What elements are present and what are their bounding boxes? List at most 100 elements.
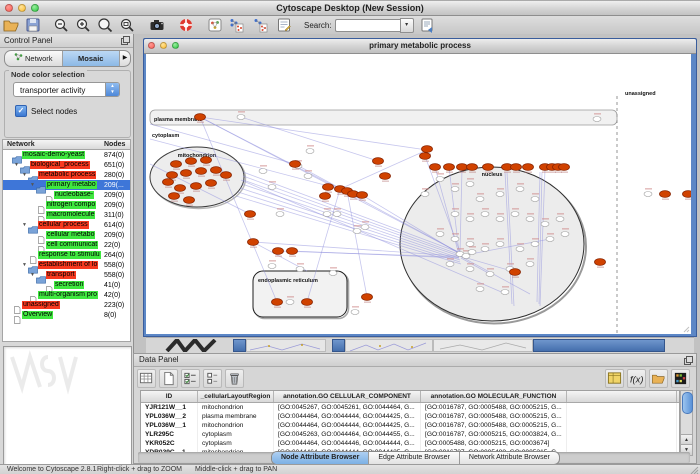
tree-row[interactable]: ▼primary metabo209(... xyxy=(3,180,130,190)
graph-node[interactable] xyxy=(276,212,284,217)
graph-node[interactable] xyxy=(501,290,509,295)
graph-node[interactable] xyxy=(380,173,391,180)
table-row[interactable]: YPL036W__1mitochondrion[GO:0044464, GO:0… xyxy=(141,421,679,430)
graph-node[interactable] xyxy=(357,192,368,199)
graph-node[interactable] xyxy=(457,164,468,171)
search-input[interactable] xyxy=(335,19,400,32)
graph-node[interactable] xyxy=(546,237,554,242)
graph-node[interactable] xyxy=(595,259,606,266)
graph-node[interactable] xyxy=(163,179,174,186)
open-session-icon[interactable] xyxy=(3,17,19,33)
new-attribute-icon[interactable] xyxy=(159,369,178,388)
graph-node[interactable] xyxy=(559,164,570,171)
tab-overflow-icon[interactable]: ▶ xyxy=(120,51,130,66)
manage-networks-icon[interactable] xyxy=(207,17,223,33)
graph-node[interactable] xyxy=(476,197,484,202)
expander-icon[interactable]: ▼ xyxy=(21,222,28,228)
graph-node[interactable] xyxy=(287,248,298,255)
graph-node[interactable] xyxy=(531,242,539,247)
tree-row[interactable]: cellular metabo209(0) xyxy=(3,230,130,240)
table-scrollbar[interactable]: ▲ ▼ xyxy=(680,390,693,456)
graph-node[interactable] xyxy=(184,197,195,204)
graph-node[interactable] xyxy=(211,167,222,174)
column-header[interactable]: annotation.GO MOLECULAR_FUNCTION xyxy=(421,391,567,402)
graph-node[interactable] xyxy=(541,222,549,227)
graph-node[interactable] xyxy=(444,164,455,171)
graph-node[interactable] xyxy=(362,294,373,301)
graph-node[interactable] xyxy=(333,212,341,217)
copy-network-style-icon[interactable] xyxy=(228,17,244,33)
graph-node[interactable] xyxy=(304,174,312,179)
graph-node[interactable] xyxy=(290,161,301,168)
graph-node[interactable] xyxy=(323,184,334,191)
match-attributes-icon[interactable] xyxy=(203,369,222,388)
graph-node[interactable] xyxy=(644,192,652,197)
column-header[interactable] xyxy=(567,391,677,402)
graph-node[interactable] xyxy=(422,146,433,153)
graph-node[interactable] xyxy=(561,232,569,237)
graph-node[interactable] xyxy=(268,185,276,190)
advanced-search-icon[interactable] xyxy=(419,17,435,33)
graph-node[interactable] xyxy=(259,169,267,174)
function-builder-icon[interactable]: f(x) xyxy=(627,369,646,388)
attribute-grid-icon[interactable] xyxy=(137,369,156,388)
graph-node[interactable] xyxy=(466,182,474,187)
graph-node[interactable] xyxy=(446,262,454,267)
tree-row[interactable]: ▼establishment of lo558(0) xyxy=(3,260,130,270)
graph-node[interactable] xyxy=(462,254,470,259)
graph-node[interactable] xyxy=(516,247,524,252)
table-row[interactable]: YLR295Ccytoplasm[GO:0045263, GO:0044464,… xyxy=(141,430,679,439)
graph-node[interactable] xyxy=(466,217,474,222)
tab-mosaic[interactable]: Mosaic xyxy=(63,51,121,66)
zoom-fit-icon[interactable] xyxy=(119,17,135,33)
vizmapper-icon[interactable] xyxy=(276,17,292,33)
scrollbar-thumb[interactable] xyxy=(682,392,693,414)
tree-row[interactable]: mosaic-demo-yeast874(0) xyxy=(3,150,130,160)
tree-row[interactable]: ▼metabolic process280(0) xyxy=(3,170,130,180)
color-matrix-icon[interactable] xyxy=(671,369,690,388)
delete-attribute-icon[interactable] xyxy=(225,369,244,388)
graph-node[interactable] xyxy=(351,310,359,315)
zoom-out-icon[interactable] xyxy=(53,17,69,33)
graph-node[interactable] xyxy=(593,117,601,122)
graph-node[interactable] xyxy=(169,193,180,200)
graph-node[interactable] xyxy=(248,239,259,246)
select-nodes-checkbox[interactable]: ✓ xyxy=(15,105,27,117)
graph-node[interactable] xyxy=(430,164,441,171)
tree-row[interactable]: response to stimulu264(0) xyxy=(3,250,130,260)
tree-row[interactable]: ▼biological_process651(0) xyxy=(3,160,130,170)
network-tree-header[interactable]: Network Nodes xyxy=(2,139,131,150)
expander-icon[interactable]: ▼ xyxy=(21,172,28,178)
select-attributes-icon[interactable] xyxy=(181,369,200,388)
network-view-titlebar[interactable]: primary metabolic process xyxy=(144,39,696,54)
attribute-panel-icon[interactable] xyxy=(605,369,624,388)
graph-node[interactable] xyxy=(556,217,564,222)
graph-node[interactable] xyxy=(175,185,186,192)
tree-row[interactable]: nucleobase-209(0) xyxy=(3,190,130,200)
tree-row[interactable]: unassigned223(0) xyxy=(3,300,130,310)
graph-node[interactable] xyxy=(221,172,232,179)
graph-node[interactable] xyxy=(660,191,671,198)
graph-node[interactable] xyxy=(436,232,444,237)
graph-node[interactable] xyxy=(195,114,206,121)
tree-row[interactable]: Overview8(0) xyxy=(3,310,130,320)
graph-node[interactable] xyxy=(531,197,539,202)
graph-node[interactable] xyxy=(286,300,294,305)
graph-node[interactable] xyxy=(511,212,519,217)
tree-row[interactable]: nitrogen compo209(0) xyxy=(3,200,130,210)
tab-edge-attribute-browser[interactable]: Edge Attribute Browser xyxy=(369,452,460,464)
zoom-in-icon[interactable] xyxy=(75,17,91,33)
graph-node[interactable] xyxy=(191,183,202,190)
graph-node[interactable] xyxy=(245,211,256,218)
graph-node[interactable] xyxy=(302,299,313,306)
snapshot-icon[interactable] xyxy=(149,17,165,33)
table-row[interactable]: YKR052Ccytoplasm[GO:0044464, GO:0044446,… xyxy=(141,439,679,448)
tree-row[interactable]: ▼cellular process614(0) xyxy=(3,220,130,230)
graph-node[interactable] xyxy=(436,177,444,182)
graph-node[interactable] xyxy=(206,180,217,187)
save-session-icon[interactable] xyxy=(25,17,41,33)
graph-node[interactable] xyxy=(476,287,484,292)
graph-node[interactable] xyxy=(451,187,459,192)
tab-node-attribute-browser[interactable]: Node Attribute Browser xyxy=(272,452,369,464)
search-dropdown-icon[interactable]: ▾ xyxy=(400,18,414,33)
